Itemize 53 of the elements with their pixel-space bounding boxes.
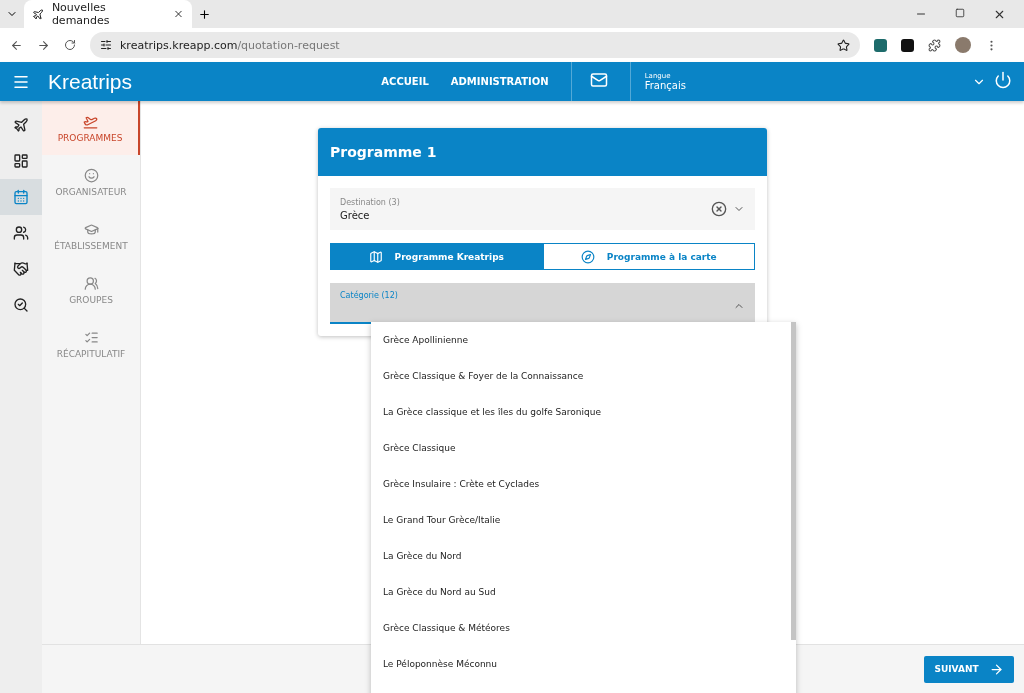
puzzle-icon: [928, 38, 941, 52]
people-icon: [83, 275, 99, 291]
dropdown-option[interactable]: La Grèce du Nord: [371, 538, 791, 574]
nav-link[interactable]: ACCUEIL: [381, 76, 429, 87]
dropdown-option[interactable]: Grèce Apollinienne: [371, 322, 791, 358]
star-icon: [837, 38, 850, 52]
address-bar[interactable]: kreatrips.kreapp.com/quotation-request: [90, 32, 860, 58]
card-title: Programme 1: [318, 128, 767, 176]
maximize-icon: [955, 7, 965, 18]
scrollbar-thumb[interactable]: [791, 322, 796, 640]
tab-title: Nouvelles demandes: [51, 1, 111, 27]
new-tab-icon: [198, 7, 211, 21]
toggle-button[interactable]: Programme Kreatrips: [330, 243, 543, 270]
reload-icon: [64, 39, 76, 51]
dropdown-option[interactable]: La Grèce du Nord au Sud: [371, 574, 791, 610]
calendar-icon: [13, 189, 29, 205]
step-item[interactable]: PROGRAMMES: [42, 101, 140, 155]
mail-icon: [589, 70, 608, 89]
dropdown-option[interactable]: Le Péloponnèse Méconnu: [371, 646, 791, 682]
dropdown-option[interactable]: Le Grand Tour Grèce/Italie: [371, 502, 791, 538]
next-button[interactable]: SUIVANT: [924, 655, 1014, 683]
dropdown-option[interactable]: Grèce Classique & Foyer de la Connaissance: [371, 358, 791, 394]
browser-tab[interactable]: Nouvelles demandes: [24, 0, 192, 28]
destination-select[interactable]: Destination (3) Grèce: [330, 188, 755, 230]
power-icon: [994, 70, 1012, 89]
dropdown-option[interactable]: Grèce Classique & Météores: [371, 610, 791, 646]
dashboard-icon: [13, 153, 29, 169]
extension-icon[interactable]: [874, 38, 887, 52]
graduation-cap-icon: [83, 221, 99, 237]
plane-icon: [13, 117, 29, 133]
avatar[interactable]: [955, 37, 971, 53]
toggle-button[interactable]: Programme à la carte: [542, 243, 755, 270]
back-icon: [10, 38, 23, 52]
language-value[interactable]: Français: [644, 80, 745, 91]
arrow-right-icon: [988, 661, 1004, 677]
dropdown-option[interactable]: Grèce Insulaire : Crète et Cyclades: [371, 466, 791, 502]
handshake-icon: [13, 261, 29, 277]
extension-icon[interactable]: [901, 38, 914, 52]
clear-icon: [711, 201, 727, 217]
url-text: kreatrips.kreapp.com/quotation-request: [120, 38, 340, 52]
people-icon: [13, 225, 29, 241]
site-settings-icon: [100, 39, 112, 51]
dropdown-option[interactable]: La Grèce classique et les îles du golfe Saronique: [371, 394, 791, 430]
forward-icon: [37, 38, 50, 52]
plane-icon: [32, 7, 44, 21]
compass-icon: [580, 249, 595, 264]
face-icon: [83, 167, 99, 183]
nav-link[interactable]: ADMINISTRATION: [450, 76, 549, 87]
dropdown-option[interactable]: Grèce Classique: [371, 430, 791, 466]
checklist-icon: [83, 329, 99, 345]
close-icon: [173, 8, 184, 20]
map-icon: [368, 249, 383, 264]
logo[interactable]: Kreatrips: [48, 69, 133, 94]
